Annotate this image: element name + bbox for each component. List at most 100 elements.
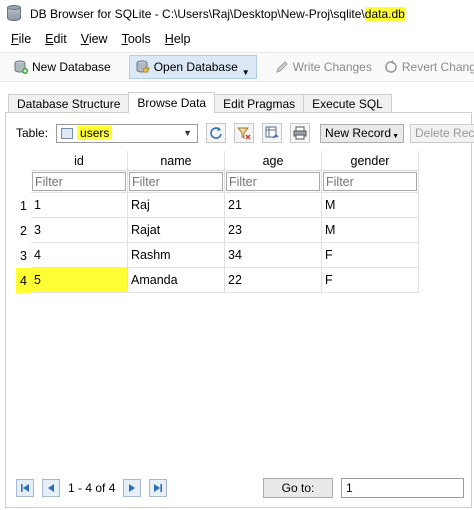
table-cell[interactable]: Amanda xyxy=(128,268,225,293)
open-database-button[interactable]: Open Database ▼ xyxy=(128,55,257,79)
table-icon xyxy=(61,127,74,139)
next-icon xyxy=(129,484,136,492)
revert-changes-icon xyxy=(384,60,398,74)
filter-id-input[interactable] xyxy=(32,172,126,191)
open-database-label: Open Database xyxy=(153,60,238,74)
table-cell[interactable]: 3 xyxy=(31,218,128,243)
filter-gender-input[interactable] xyxy=(323,172,417,191)
new-database-icon xyxy=(14,60,28,74)
window-title-file: data.db xyxy=(364,7,405,21)
write-changes-icon xyxy=(275,60,289,74)
database-app-icon xyxy=(6,5,22,23)
main-tabs: Database Structure Browse Data Edit Prag… xyxy=(8,92,392,113)
table-controls: Table: users ▼ New Record ▼ Delete Recor… xyxy=(16,123,474,143)
clear-filters-icon xyxy=(237,127,251,140)
menu-view[interactable]: View xyxy=(74,32,115,46)
new-database-button[interactable]: New Database xyxy=(8,55,117,79)
row-number[interactable]: 3 xyxy=(16,243,31,268)
table-cell[interactable]: 34 xyxy=(225,243,322,268)
chevron-down-icon: ▼ xyxy=(183,127,193,138)
previous-icon xyxy=(48,484,54,492)
table-select-value: users xyxy=(77,126,113,140)
new-record-dropdown-icon[interactable]: ▼ xyxy=(392,133,399,140)
table-cell[interactable]: 4 xyxy=(31,243,128,268)
filter-cell xyxy=(322,171,419,193)
print-button[interactable] xyxy=(290,123,311,143)
delete-record-button[interactable]: Delete Record xyxy=(410,123,474,143)
revert-changes-label: Revert Changes xyxy=(401,60,474,74)
clear-filters-button[interactable] xyxy=(234,123,255,143)
filter-cell xyxy=(31,171,128,193)
new-record-label: New Record xyxy=(325,126,392,140)
menu-bar: File Edit View Tools Help xyxy=(0,28,474,50)
title-bar: DB Browser for SQLite - C:\Users\Raj\Des… xyxy=(0,0,474,28)
goto-button[interactable]: Go to: xyxy=(263,478,333,498)
revert-changes-button[interactable]: Revert Changes xyxy=(378,55,474,79)
table-cell[interactable]: M xyxy=(322,193,419,218)
table-row[interactable]: 4 5 Amanda 22 F xyxy=(16,268,456,293)
column-header-age[interactable]: age xyxy=(225,151,322,171)
refresh-button[interactable] xyxy=(206,123,227,143)
record-status: 1 - 4 of 4 xyxy=(68,481,116,495)
menu-tools[interactable]: Tools xyxy=(115,32,158,46)
tab-database-structure[interactable]: Database Structure xyxy=(8,94,130,113)
table-cell[interactable]: M xyxy=(322,218,419,243)
new-record-button[interactable]: New Record ▼ xyxy=(320,123,404,143)
table-select[interactable]: users ▼ xyxy=(56,123,199,143)
open-database-icon xyxy=(136,60,150,74)
column-header-name[interactable]: name xyxy=(128,151,225,171)
row-number[interactable]: 2 xyxy=(16,218,31,243)
grid-header: id name age gender xyxy=(16,151,456,171)
data-grid: id name age gender 1 1 Raj 21 M 2 3 Raja… xyxy=(16,151,456,293)
window-title: DB Browser for SQLite - C:\Users\Raj\Des… xyxy=(30,7,405,21)
first-record-button[interactable] xyxy=(16,479,34,497)
table-cell-highlighted[interactable]: 5 xyxy=(31,268,128,293)
table-cell[interactable]: 22 xyxy=(225,268,322,293)
column-header-gender[interactable]: gender xyxy=(322,151,419,171)
tab-browse-data[interactable]: Browse Data xyxy=(128,92,216,113)
table-cell[interactable]: 23 xyxy=(225,218,322,243)
filter-row-number xyxy=(16,171,31,193)
table-cell[interactable]: F xyxy=(322,268,419,293)
previous-record-button[interactable] xyxy=(42,479,60,497)
menu-help[interactable]: Help xyxy=(158,32,198,46)
table-cell[interactable]: 1 xyxy=(31,193,128,218)
filter-row xyxy=(16,171,456,193)
row-header-corner xyxy=(16,151,31,171)
menu-edit[interactable]: Edit xyxy=(38,32,74,46)
refresh-icon xyxy=(210,127,222,139)
table-row[interactable]: 3 4 Rashm 34 F xyxy=(16,243,456,268)
save-table-icon xyxy=(265,126,279,139)
row-number[interactable]: 1 xyxy=(16,193,31,218)
main-toolbar: New Database Open Database ▼ Write Chang… xyxy=(0,52,474,82)
row-number-highlighted[interactable]: 4 xyxy=(16,268,31,293)
print-icon xyxy=(293,126,307,140)
filter-name-input[interactable] xyxy=(129,172,223,191)
goto-input[interactable] xyxy=(341,478,464,498)
write-changes-label: Write Changes xyxy=(292,60,372,74)
menu-file[interactable]: File xyxy=(4,32,38,46)
tab-edit-pragmas[interactable]: Edit Pragmas xyxy=(214,94,305,113)
last-record-button[interactable] xyxy=(149,479,168,497)
filter-cell xyxy=(128,171,225,193)
table-cell[interactable]: Raj xyxy=(128,193,225,218)
browse-data-panel: Table: users ▼ New Record ▼ Delete Recor… xyxy=(5,112,474,508)
table-cell[interactable]: 21 xyxy=(225,193,322,218)
column-header-id[interactable]: id xyxy=(31,151,128,171)
tab-execute-sql[interactable]: Execute SQL xyxy=(303,94,392,113)
write-changes-button[interactable]: Write Changes xyxy=(269,55,378,79)
first-icon xyxy=(21,484,29,492)
table-row[interactable]: 1 1 Raj 21 M xyxy=(16,193,456,218)
next-record-button[interactable] xyxy=(123,479,142,497)
filter-cell xyxy=(225,171,322,193)
record-navigation: 1 - 4 of 4 xyxy=(16,478,175,498)
table-row[interactable]: 2 3 Rajat 23 M xyxy=(16,218,456,243)
last-icon xyxy=(154,484,163,492)
table-label: Table: xyxy=(16,126,49,140)
open-database-dropdown-icon[interactable]: ▼ xyxy=(242,68,250,77)
table-cell[interactable]: Rajat xyxy=(128,218,225,243)
filter-age-input[interactable] xyxy=(226,172,320,191)
table-cell[interactable]: Rashm xyxy=(128,243,225,268)
table-cell[interactable]: F xyxy=(322,243,419,268)
save-table-button[interactable] xyxy=(262,123,283,143)
